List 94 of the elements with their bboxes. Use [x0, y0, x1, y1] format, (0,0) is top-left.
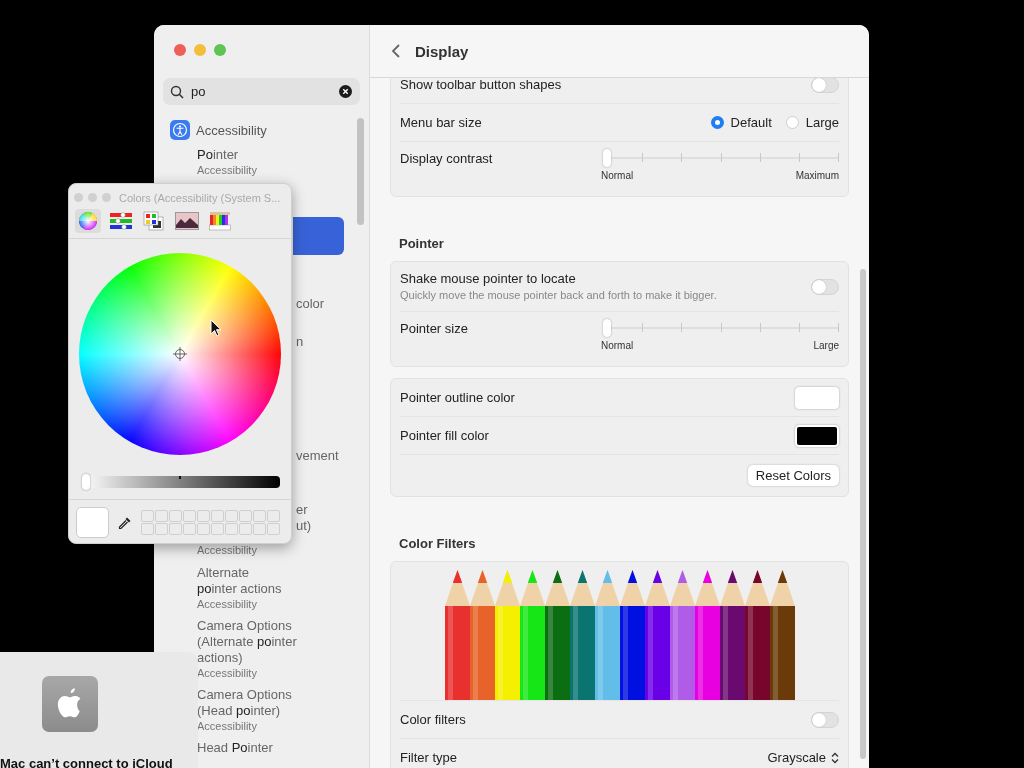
color-wheel-icon [78, 211, 98, 231]
result-title: color [296, 296, 325, 312]
result-subtitle: Accessibility [197, 543, 257, 557]
cursor-icon [210, 319, 222, 337]
current-color-well[interactable] [76, 507, 109, 538]
mode-tab[interactable] [174, 209, 200, 233]
setting-label: Shake mouse pointer to locate [400, 271, 577, 286]
slider-max-label: Maximum [795, 170, 839, 181]
minimize-button[interactable] [194, 44, 206, 56]
result-title: ut) [296, 518, 312, 534]
search-icon [170, 84, 184, 99]
slider[interactable] [603, 319, 838, 337]
color-slot[interactable] [239, 523, 252, 535]
mode-tab[interactable] [207, 209, 233, 233]
radio-label: Large [805, 115, 839, 130]
color-slot[interactable] [155, 523, 168, 535]
setting-label: Display contrast [400, 151, 493, 166]
sliders-icon [110, 212, 132, 230]
color-well[interactable] [795, 424, 839, 447]
radio-button[interactable] [785, 116, 799, 129]
toggle-switch[interactable] [811, 278, 839, 295]
reset-button[interactable]: Reset Colors [747, 465, 839, 486]
radio-label: Default [730, 115, 772, 130]
result-title: vement [296, 448, 339, 464]
search-field[interactable]: po [163, 78, 360, 105]
color-slot[interactable] [253, 510, 266, 522]
notification-title: Mac can’t connect to iCloud [0, 756, 173, 768]
brightness-slider[interactable] [82, 476, 280, 488]
slider[interactable] [603, 149, 838, 167]
result-title: er [296, 502, 308, 518]
color-slot[interactable] [155, 510, 168, 522]
filter-type-popup[interactable]: Grayscale [767, 750, 839, 765]
slider-min-label: Normal [601, 340, 634, 351]
clear-icon[interactable] [339, 85, 352, 98]
panel-title: Colors (Accessibility (System S... [119, 191, 281, 204]
setting-label: Menu bar size [400, 115, 482, 130]
color-slot[interactable] [211, 510, 224, 522]
mode-tab[interactable] [108, 209, 134, 233]
accessibility-icon [170, 120, 190, 140]
color-slot[interactable] [183, 523, 196, 535]
pencils-icon [209, 211, 231, 231]
crosshair-icon [173, 347, 187, 361]
zoom-button[interactable] [102, 193, 111, 202]
zoom-button[interactable] [214, 44, 226, 56]
color-slot[interactable] [141, 523, 154, 535]
color-slot[interactable] [141, 510, 154, 522]
search-result[interactable]: Pointer Accessibility [197, 147, 313, 177]
color-slot[interactable] [211, 523, 224, 535]
minimize-button[interactable] [88, 193, 97, 202]
color-slot[interactable] [169, 510, 182, 522]
color-slot[interactable] [253, 523, 266, 535]
slider-min-label: Normal [601, 170, 634, 181]
page-title: Display [415, 42, 469, 60]
color-slot[interactable] [225, 523, 238, 535]
color-well[interactable] [795, 386, 839, 409]
section-heading: Pointer [398, 235, 445, 253]
up-down-icon [831, 751, 839, 764]
scroll-bar[interactable] [357, 118, 364, 225]
color-slot[interactable] [267, 510, 280, 522]
section-heading: Color Filters [398, 535, 477, 553]
setting-label: Pointer fill color [400, 428, 489, 443]
scroll-bar[interactable] [860, 269, 866, 759]
search-result[interactable]: Alternate pointer actions Accessibility [197, 565, 313, 611]
setting-description: Quickly move the mouse pointer back and forth to make it bigger. [400, 289, 717, 301]
back-icon[interactable] [391, 43, 401, 59]
mode-tab[interactable] [141, 209, 167, 233]
slider-max-label: Large [813, 340, 839, 351]
color-slot[interactable] [197, 523, 210, 535]
color-slot[interactable] [197, 510, 210, 522]
search-result[interactable]: Camera Options (Alternate pointer actions) Accessibility [197, 618, 313, 680]
selected-result[interactable] [293, 217, 344, 255]
toggle-switch[interactable] [811, 711, 839, 728]
color-slot[interactable] [183, 510, 196, 522]
color-slot[interactable] [225, 510, 238, 522]
color-slot[interactable] [267, 523, 280, 535]
result-title: n [296, 334, 304, 350]
image-icon [175, 212, 199, 230]
notification[interactable]: Mac can’t connect to iCloud [0, 652, 198, 768]
category-label: Accessibility [196, 122, 267, 138]
close-button[interactable] [74, 193, 83, 202]
palette-icon [143, 211, 165, 231]
radio-button[interactable] [710, 116, 724, 129]
search-result[interactable]: Camera Options (Head pointer) Accessibility [197, 687, 313, 733]
setting-label: Pointer outline color [400, 390, 515, 405]
close-button[interactable] [174, 44, 186, 56]
apple-icon [42, 676, 98, 732]
color-slot[interactable] [239, 510, 252, 522]
slider-thumb[interactable] [82, 474, 90, 490]
search-result[interactable]: Head Pointer [197, 740, 313, 756]
setting-label: Show toolbar button shapes [400, 76, 562, 92]
setting-label: Filter type [400, 750, 458, 765]
setting-label: Color filters [400, 711, 466, 727]
setting-label: Pointer size [400, 321, 468, 336]
color-slot[interactable] [169, 523, 182, 535]
